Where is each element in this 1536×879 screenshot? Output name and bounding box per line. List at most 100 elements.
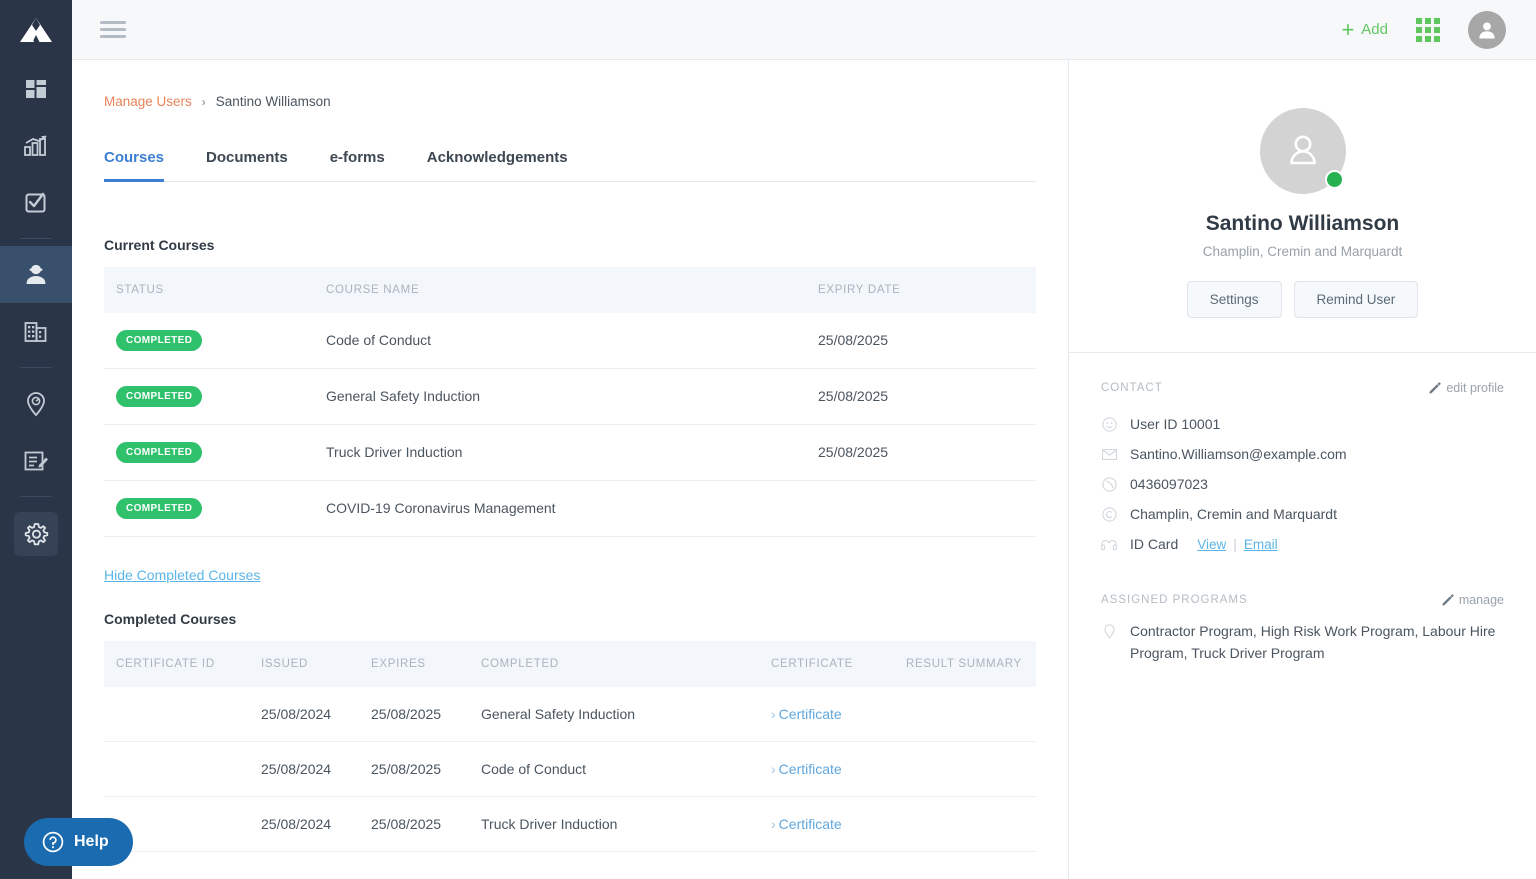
checkbox-task-icon [25,192,46,212]
certificate-link[interactable]: Certificate [779,816,842,832]
completed-courses-table: CERTIFICATE ID ISSUED EXPIRES COMPLETED … [104,640,1036,852]
app-logo[interactable] [0,0,72,60]
id-card-view-link[interactable]: View [1197,537,1226,552]
contact-user-id-row: User ID 10001 [1101,409,1504,439]
settings-button[interactable]: Settings [1186,281,1282,318]
status-badge: COMPLETED [116,441,203,463]
status-badge: COMPLETED [116,497,203,519]
sidebar-item-forms[interactable] [0,432,72,489]
assigned-programs-row: Contractor Program, High Risk Work Progr… [1101,621,1504,664]
manage-programs-label: manage [1458,593,1504,607]
cell-issued: 25/08/2024 [249,796,359,852]
page-container: + Add Manage Users › Santino Williamson … [72,0,1536,879]
certificate-link[interactable]: Certificate [779,706,842,722]
chevron-right-icon: › [771,816,776,832]
cell-expiry: 25/08/2025 [806,312,1036,369]
table-row[interactable]: 25/08/2024 25/08/2025 Truck Driver Induc… [104,796,1036,852]
sidebar-item-analytics[interactable] [0,117,72,174]
location-pin-icon [27,391,45,416]
cell-issued: 25/08/2024 [249,741,359,797]
col-status: STATUS [104,266,314,313]
cell-expiry [806,480,1036,537]
cell-completed-course: Truck Driver Induction [469,796,759,852]
sidebar-item-sites[interactable] [0,375,72,432]
cell-issued: 25/08/2024 [249,686,359,742]
cell-result-summary [894,686,1036,742]
current-courses-title: Current Courses [104,236,215,253]
table-row[interactable]: 25/08/2024 25/08/2025 Code of Conduct › C… [104,741,1036,797]
table-row[interactable]: COMPLETED Code of Conduct 25/08/2025 [104,312,1036,369]
pencil-icon [1442,593,1454,606]
id-card-email-link[interactable]: Email [1244,537,1278,552]
sidebar-item-manage-users[interactable] [0,246,72,303]
table-row[interactable]: COMPLETED General Safety Induction 25/08… [104,368,1036,425]
hamburger-menu-icon[interactable] [100,21,126,38]
cell-status: COMPLETED [104,424,314,481]
table-row[interactable]: COMPLETED COVID-19 Coronavirus Managemen… [104,480,1036,537]
current-courses-head: STATUS COURSE NAME EXPIRY DATE [104,266,1036,313]
cell-course-name: General Safety Induction [314,368,806,425]
col-completed: COMPLETED [469,640,759,687]
user-circle-icon [1101,416,1117,432]
edit-profile-label: edit profile [1446,381,1504,395]
tab-courses[interactable]: Courses [104,149,165,182]
contact-company-row: Champlin, Cremin and Marquardt [1101,499,1504,529]
help-button-label: Help [74,833,109,850]
phone-icon [1101,476,1117,492]
app-root: + Add Manage Users › Santino Williamson … [0,0,1536,879]
worker-user-icon [26,264,46,284]
current-courses-table: STATUS COURSE NAME EXPIRY DATE COMPLETED… [104,266,1036,537]
table-row[interactable]: COMPLETED Truck Driver Induction 25/08/2… [104,424,1036,481]
sidebar-item-companies[interactable] [0,303,72,360]
completed-courses-body: 25/08/2024 25/08/2025 General Safety Ind… [104,686,1036,852]
cell-completed-course: Code of Conduct [469,741,759,797]
contact-phone: 0436097023 [1130,476,1208,492]
online-status-dot [1324,170,1344,189]
cell-certificate: › Certificate [759,686,894,742]
cell-expires: 25/08/2025 [359,741,469,797]
id-card-icon [1101,538,1117,551]
cell-status: COMPLETED [104,368,314,425]
completed-courses-title: Completed Courses [104,610,237,627]
help-button[interactable]: Help [24,818,133,866]
table-row[interactable]: 25/08/2024 25/08/2025 General Safety Ind… [104,686,1036,742]
sidebar-item-settings[interactable] [14,512,58,556]
assigned-programs-section: ASSIGNED PROGRAMS manage Contractor Prog… [1069,559,1536,664]
certificate-link[interactable]: Certificate [779,761,842,777]
profile-action-buttons: Settings Remind User [1069,281,1536,318]
plus-icon: + [1341,16,1355,42]
tab-acknowledgements[interactable]: Acknowledgements [427,149,568,182]
add-button[interactable]: + Add [1341,16,1388,42]
manage-programs-button[interactable]: manage [1441,593,1504,607]
account-avatar-button[interactable] [1468,10,1506,49]
breadcrumb-current: Santino Williamson [215,94,331,109]
cell-course-name: Code of Conduct [314,312,806,369]
question-circle-icon [42,831,64,853]
user-avatar-icon [1289,135,1316,165]
envelope-icon [1101,448,1117,461]
tab-documents[interactable]: Documents [206,149,288,182]
remind-user-button[interactable]: Remind User [1293,281,1419,318]
link-divider: | [1233,536,1237,552]
grid-apps-icon[interactable] [1416,17,1440,42]
copyright-circle-icon [1101,506,1117,522]
breadcrumb-manage-users[interactable]: Manage Users [104,94,192,109]
contact-company: Champlin, Cremin and Marquardt [1130,506,1337,522]
edit-profile-button[interactable]: edit profile [1428,381,1504,395]
form-edit-icon [24,451,48,470]
sidebar-item-dashboard[interactable] [0,60,72,117]
hide-completed-courses-link[interactable]: Hide Completed Courses [104,567,260,583]
sidebar-divider-2 [20,367,52,368]
contact-user-id: User ID 10001 [1130,416,1221,432]
avatar-wrapper [1259,108,1346,194]
cell-expiry: 25/08/2025 [806,368,1036,425]
sidebar-settings-wrapper [0,504,72,564]
cell-result-summary [894,741,1036,797]
pencil-icon [1429,381,1441,394]
breadcrumb-separator-icon: › [201,94,206,109]
content-split: Manage Users › Santino Williamson Course… [72,60,1536,879]
sidebar-item-tasks[interactable] [0,174,72,231]
col-expiry-date: EXPIRY DATE [806,266,1036,313]
col-result-summary: RESULT SUMMARY [894,640,1036,687]
tab-e-forms[interactable]: e-forms [330,149,385,182]
